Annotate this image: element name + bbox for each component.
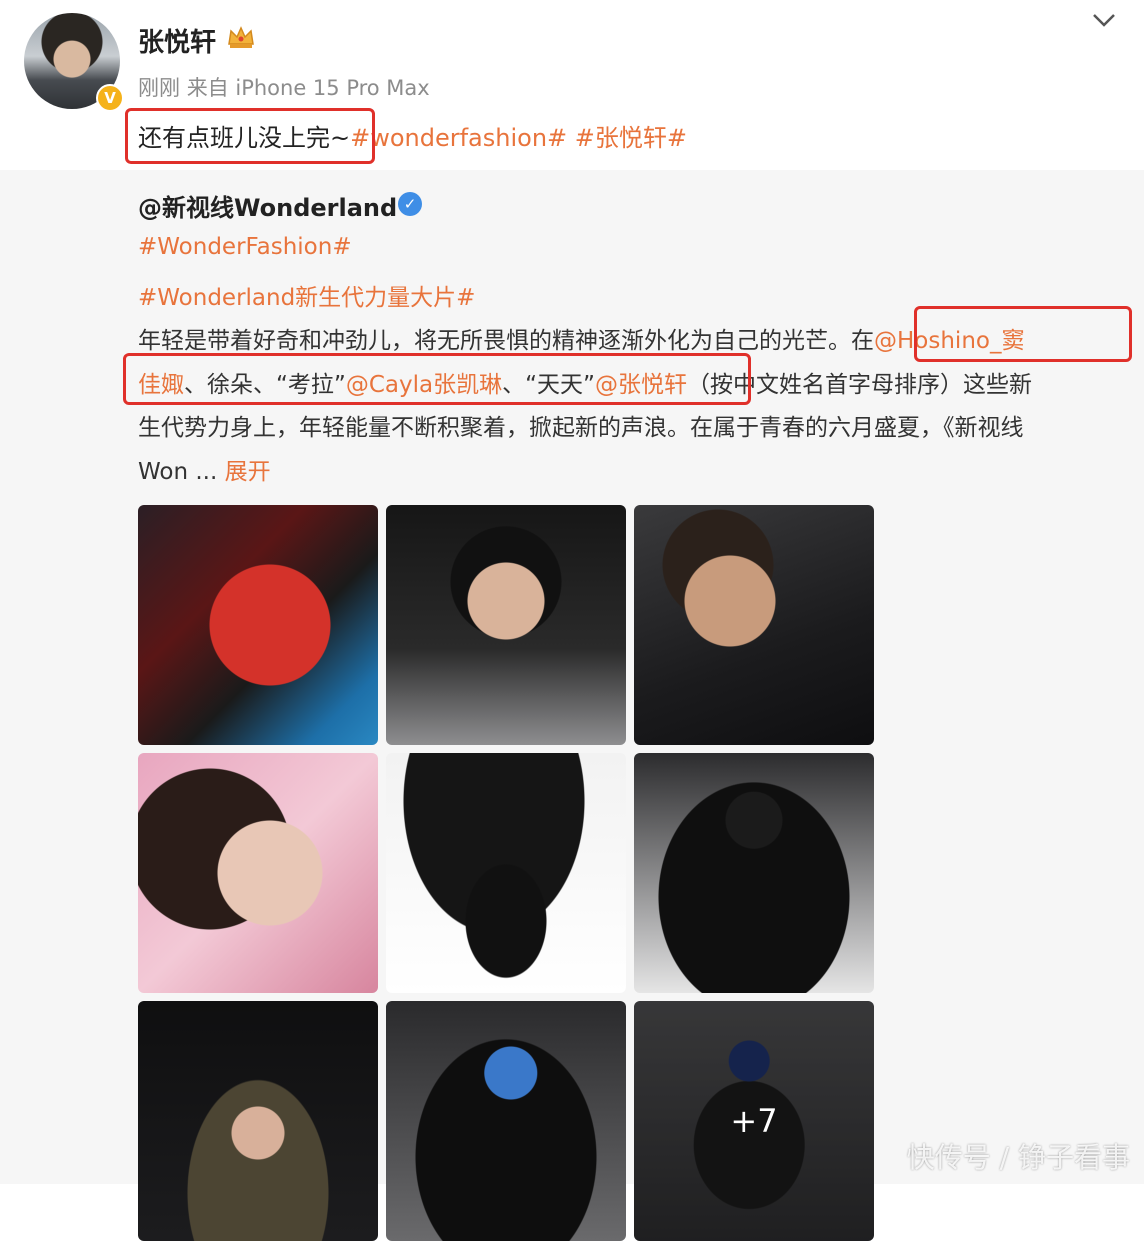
- gallery-image[interactable]: +7: [634, 1001, 874, 1241]
- post-source: 来自 iPhone 15 Pro Max: [186, 76, 430, 100]
- gallery-image[interactable]: [634, 505, 874, 745]
- post-meta: 刚刚 来自 iPhone 15 Pro Max: [138, 72, 430, 102]
- hashtag-link[interactable]: #WonderFashion#: [138, 234, 352, 260]
- body-text: 在: [851, 328, 874, 354]
- username[interactable]: 张悦轩: [138, 22, 216, 59]
- gallery-image[interactable]: [386, 505, 626, 745]
- repost-body-line: 年轻是带着好奇和冲劲儿，将无所畏惧的精神逐渐外化为自己的光芒。在@Hoshino…: [138, 321, 1024, 355]
- hashtag-link[interactable]: #张悦轩#: [575, 124, 687, 152]
- gallery-image[interactable]: [634, 753, 874, 993]
- chevron-down-icon[interactable]: [1090, 10, 1118, 30]
- gallery-image[interactable]: [386, 1001, 626, 1241]
- repost-author[interactable]: @新视线Wonderland: [138, 188, 397, 223]
- gallery-image[interactable]: [386, 753, 626, 993]
- repost-hashtag-line: #WonderFashion#: [138, 234, 352, 260]
- more-images-count[interactable]: +7: [634, 1001, 874, 1241]
- body-text: 年轻是带着好奇和冲劲儿，将无所畏惧的精神逐渐外化为自己的光芒。: [138, 328, 851, 354]
- highlight-box: [123, 353, 751, 405]
- post-time: 刚刚: [138, 76, 180, 100]
- gallery-image[interactable]: [138, 1001, 378, 1241]
- body-text: Won ...: [138, 459, 218, 485]
- post-header: V 张悦轩 刚刚 来自 iPhone 15 Pro Max 还有点班儿没上完~#…: [0, 0, 1144, 170]
- repost-body-line: 生代势力身上，年轻能量不断积聚着，掀起新的声浪。在属于青春的六月盛夏，《新视线: [138, 415, 1024, 441]
- hashtag-link[interactable]: #wonderfashion#: [350, 124, 567, 152]
- gallery-image[interactable]: [138, 505, 378, 745]
- verified-blue-icon: ✓: [398, 192, 422, 216]
- hashtag-link[interactable]: #Wonderland新生代力量大片#: [138, 285, 475, 311]
- repost-card[interactable]: @新视线Wonderland ✓ #WonderFashion# #Wonder…: [0, 170, 1144, 1241]
- watermark-text: 快传号 / 铮子看事: [906, 1141, 1130, 1174]
- repost-hashtag-line: #Wonderland新生代力量大片#: [138, 278, 475, 312]
- highlight-box: [125, 108, 375, 164]
- verified-gold-icon: V: [96, 84, 124, 112]
- crown-icon: [228, 26, 254, 48]
- gallery-image[interactable]: [138, 753, 378, 993]
- repost-body-line: Won ... 展开: [138, 452, 271, 486]
- expand-link[interactable]: 展开: [225, 459, 271, 485]
- highlight-box: [914, 306, 1132, 362]
